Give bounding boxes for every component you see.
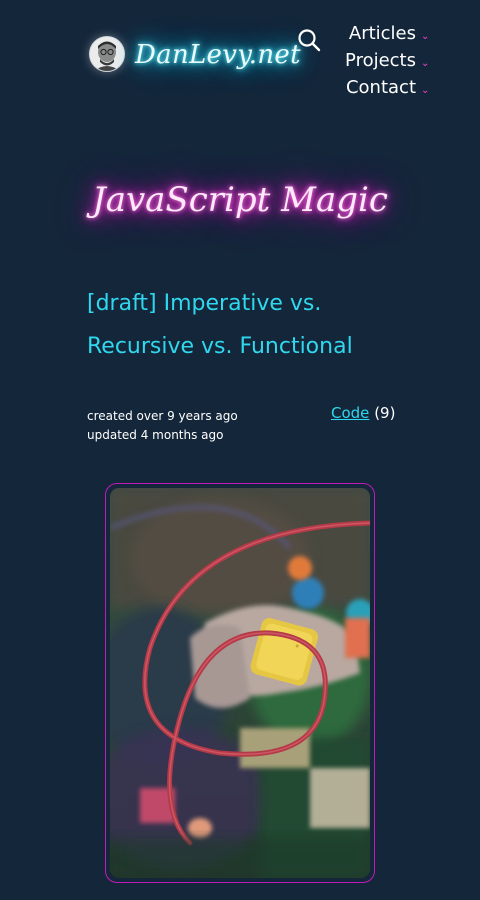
search-icon[interactable] bbox=[297, 28, 321, 52]
nav-contact[interactable]: Contact ⌄ bbox=[330, 74, 430, 101]
avatar[interactable] bbox=[89, 36, 125, 72]
site-header: DanLevy.net Articles ⌄ Projects ⌄ Contac… bbox=[0, 0, 480, 110]
category-tag: Code (9) bbox=[331, 404, 395, 422]
nav-articles[interactable]: Articles ⌄ bbox=[330, 20, 430, 47]
chevron-down-icon: ⌄ bbox=[421, 84, 430, 96]
section-title[interactable]: JavaScript Magic bbox=[0, 180, 480, 220]
hero-image-frame bbox=[105, 483, 375, 883]
post-title: [draft] Imperative vs. Recursive vs. Fun… bbox=[87, 291, 353, 359]
brand-logo-text[interactable]: DanLevy.net bbox=[135, 40, 301, 70]
main-nav: Articles ⌄ Projects ⌄ Contact ⌄ bbox=[330, 20, 430, 101]
post-meta: created over 9 years ago updated 4 month… bbox=[87, 407, 238, 445]
nav-projects-label: Projects bbox=[345, 50, 416, 71]
category-count: (9) bbox=[374, 404, 396, 422]
category-link[interactable]: Code bbox=[331, 404, 369, 422]
nav-articles-label: Articles bbox=[348, 23, 416, 44]
chevron-down-icon: ⌄ bbox=[421, 57, 430, 69]
hero-image bbox=[110, 488, 370, 878]
updated-date: updated 4 months ago bbox=[87, 428, 224, 442]
chevron-down-icon: ⌄ bbox=[421, 30, 430, 42]
nav-contact-label: Contact bbox=[345, 77, 416, 98]
created-date: created over 9 years ago bbox=[87, 409, 238, 423]
nav-projects[interactable]: Projects ⌄ bbox=[330, 47, 430, 74]
